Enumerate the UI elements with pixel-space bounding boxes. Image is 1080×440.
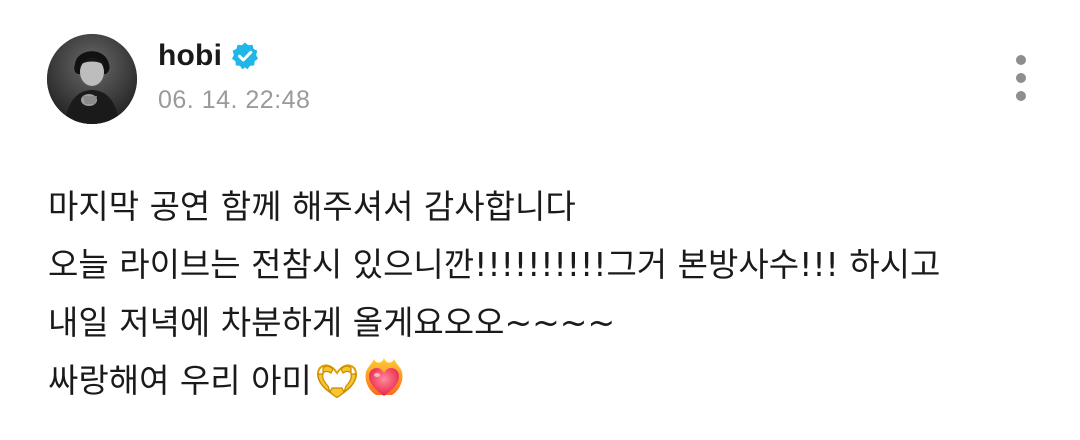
post-body-line: 마지막 공연 함께 해주셔서 감사합니다 (48, 187, 576, 226)
more-dot (1016, 73, 1026, 83)
author-avatar[interactable] (47, 34, 137, 124)
more-dot (1016, 91, 1026, 101)
verified-badge-icon (230, 41, 260, 71)
more-vertical-icon (1016, 55, 1026, 65)
post-timestamp: 06. 14. 22:48 (158, 86, 311, 114)
post-card: hobi 06. 14. 22:48 마지막 공연 함께 해주셔서 감사합니다 … (0, 0, 1080, 440)
author-name[interactable]: hobi (158, 39, 222, 73)
author-header: hobi (158, 36, 260, 76)
avatar-photo (47, 34, 137, 124)
post-body-line: 오늘 라이브는 전참시 있으니깐!!!!!!!!!!그거 본방사수!!! 하시고 (48, 245, 941, 284)
post-body: 마지막 공연 함께 해주셔서 감사합니다 오늘 라이브는 전참시 있으니깐!!!… (48, 178, 1048, 410)
heart-hands-emoji-icon (314, 360, 360, 418)
post-body-line: 내일 저녁에 차분하게 올게요오오~~~~ (48, 303, 616, 342)
post-body-line-text: 싸랑해여 우리 아미 (48, 361, 312, 400)
heart-on-fire-emoji-icon (362, 356, 406, 418)
post-body-line-last: 싸랑해여 우리 아미 (48, 352, 1048, 410)
more-options-button[interactable] (1004, 52, 1038, 104)
